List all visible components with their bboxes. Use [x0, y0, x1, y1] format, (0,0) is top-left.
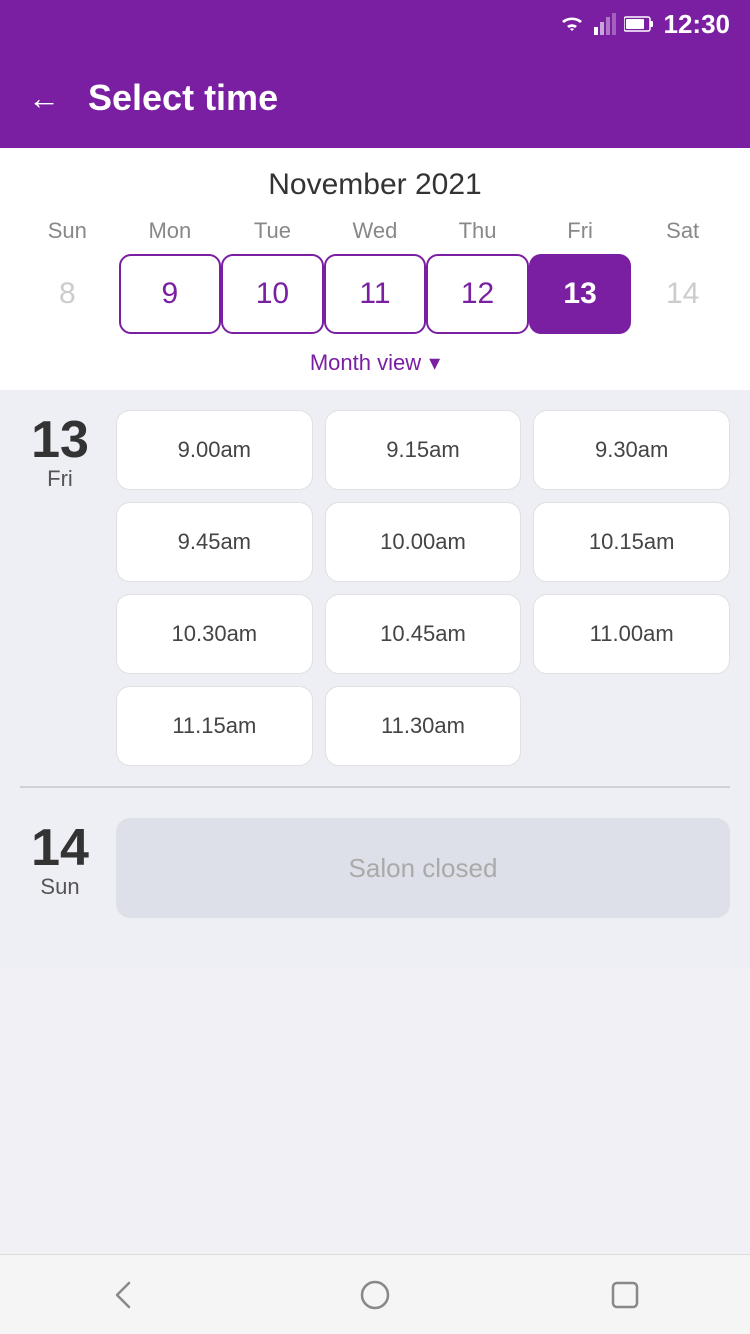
time-slots-section: 13 Fri 9.00am 9.15am 9.30am 9.45am 10.00…: [0, 390, 750, 968]
status-bar: 12:30: [0, 0, 750, 48]
slot-915am[interactable]: 9.15am: [325, 410, 522, 490]
day-13-block: 13 Fri 9.00am 9.15am 9.30am 9.45am 10.00…: [20, 410, 730, 766]
slot-1030am[interactable]: 10.30am: [116, 594, 313, 674]
day-13-slots-grid: 9.00am 9.15am 9.30am 9.45am 10.00am 10.1…: [116, 410, 730, 766]
weekday-wed: Wed: [324, 218, 427, 244]
slot-1000am[interactable]: 10.00am: [325, 502, 522, 582]
day-13-name: Fri: [47, 466, 73, 492]
days-row: 8 9 10 11 12 13 14: [16, 254, 734, 334]
weekday-mon: Mon: [119, 218, 222, 244]
day-10[interactable]: 10: [221, 254, 324, 334]
day-14-name: Sun: [40, 874, 79, 900]
weekday-fri: Fri: [529, 218, 632, 244]
nav-recents-button[interactable]: [603, 1273, 647, 1317]
home-nav-icon: [357, 1277, 393, 1313]
slot-1100am[interactable]: 11.00am: [533, 594, 730, 674]
status-time: 12:30: [664, 9, 731, 40]
day-9[interactable]: 9: [119, 254, 222, 334]
day-14-number: 14: [31, 822, 89, 874]
app-header: ← Select time: [0, 48, 750, 148]
page-title: Select time: [88, 77, 278, 119]
day-12[interactable]: 12: [426, 254, 529, 334]
chevron-down-icon: ▾: [429, 350, 440, 376]
slot-1015am[interactable]: 10.15am: [533, 502, 730, 582]
month-year-title: November 2021: [16, 168, 734, 202]
weekdays-row: Sun Mon Tue Wed Thu Fri Sat: [16, 218, 734, 244]
weekday-tue: Tue: [221, 218, 324, 244]
slot-900am[interactable]: 9.00am: [116, 410, 313, 490]
day-13-label: 13 Fri: [20, 410, 100, 766]
day-14[interactable]: 14: [631, 254, 734, 334]
slot-1045am[interactable]: 10.45am: [325, 594, 522, 674]
slot-1130am[interactable]: 11.30am: [325, 686, 522, 766]
slot-945am[interactable]: 9.45am: [116, 502, 313, 582]
day-13[interactable]: 13: [529, 254, 632, 334]
day-14-label: 14 Sun: [20, 818, 100, 918]
back-nav-icon: [107, 1277, 143, 1313]
signal-icon: [594, 13, 616, 35]
nav-back-button[interactable]: [103, 1273, 147, 1317]
weekday-sat: Sat: [631, 218, 734, 244]
slot-1115am[interactable]: 11.15am: [116, 686, 313, 766]
day-13-number: 13: [31, 414, 89, 466]
month-view-label: Month view: [310, 350, 421, 376]
month-view-toggle[interactable]: Month view ▾: [16, 342, 734, 380]
day-11[interactable]: 11: [324, 254, 427, 334]
salon-closed-label: Salon closed: [116, 818, 730, 918]
wifi-icon: [558, 13, 586, 35]
divider: [20, 786, 730, 788]
day-8[interactable]: 8: [16, 254, 119, 334]
recents-nav-icon: [607, 1277, 643, 1313]
battery-icon: [624, 15, 654, 33]
day-14-block: 14 Sun Salon closed: [20, 818, 730, 918]
nav-home-button[interactable]: [353, 1273, 397, 1317]
weekday-thu: Thu: [426, 218, 529, 244]
calendar-section: November 2021 Sun Mon Tue Wed Thu Fri Sa…: [0, 148, 750, 390]
slot-930am[interactable]: 9.30am: [533, 410, 730, 490]
bottom-nav: [0, 1254, 750, 1334]
weekday-sun: Sun: [16, 218, 119, 244]
back-button[interactable]: ←: [28, 82, 60, 114]
status-icons: [558, 13, 654, 35]
